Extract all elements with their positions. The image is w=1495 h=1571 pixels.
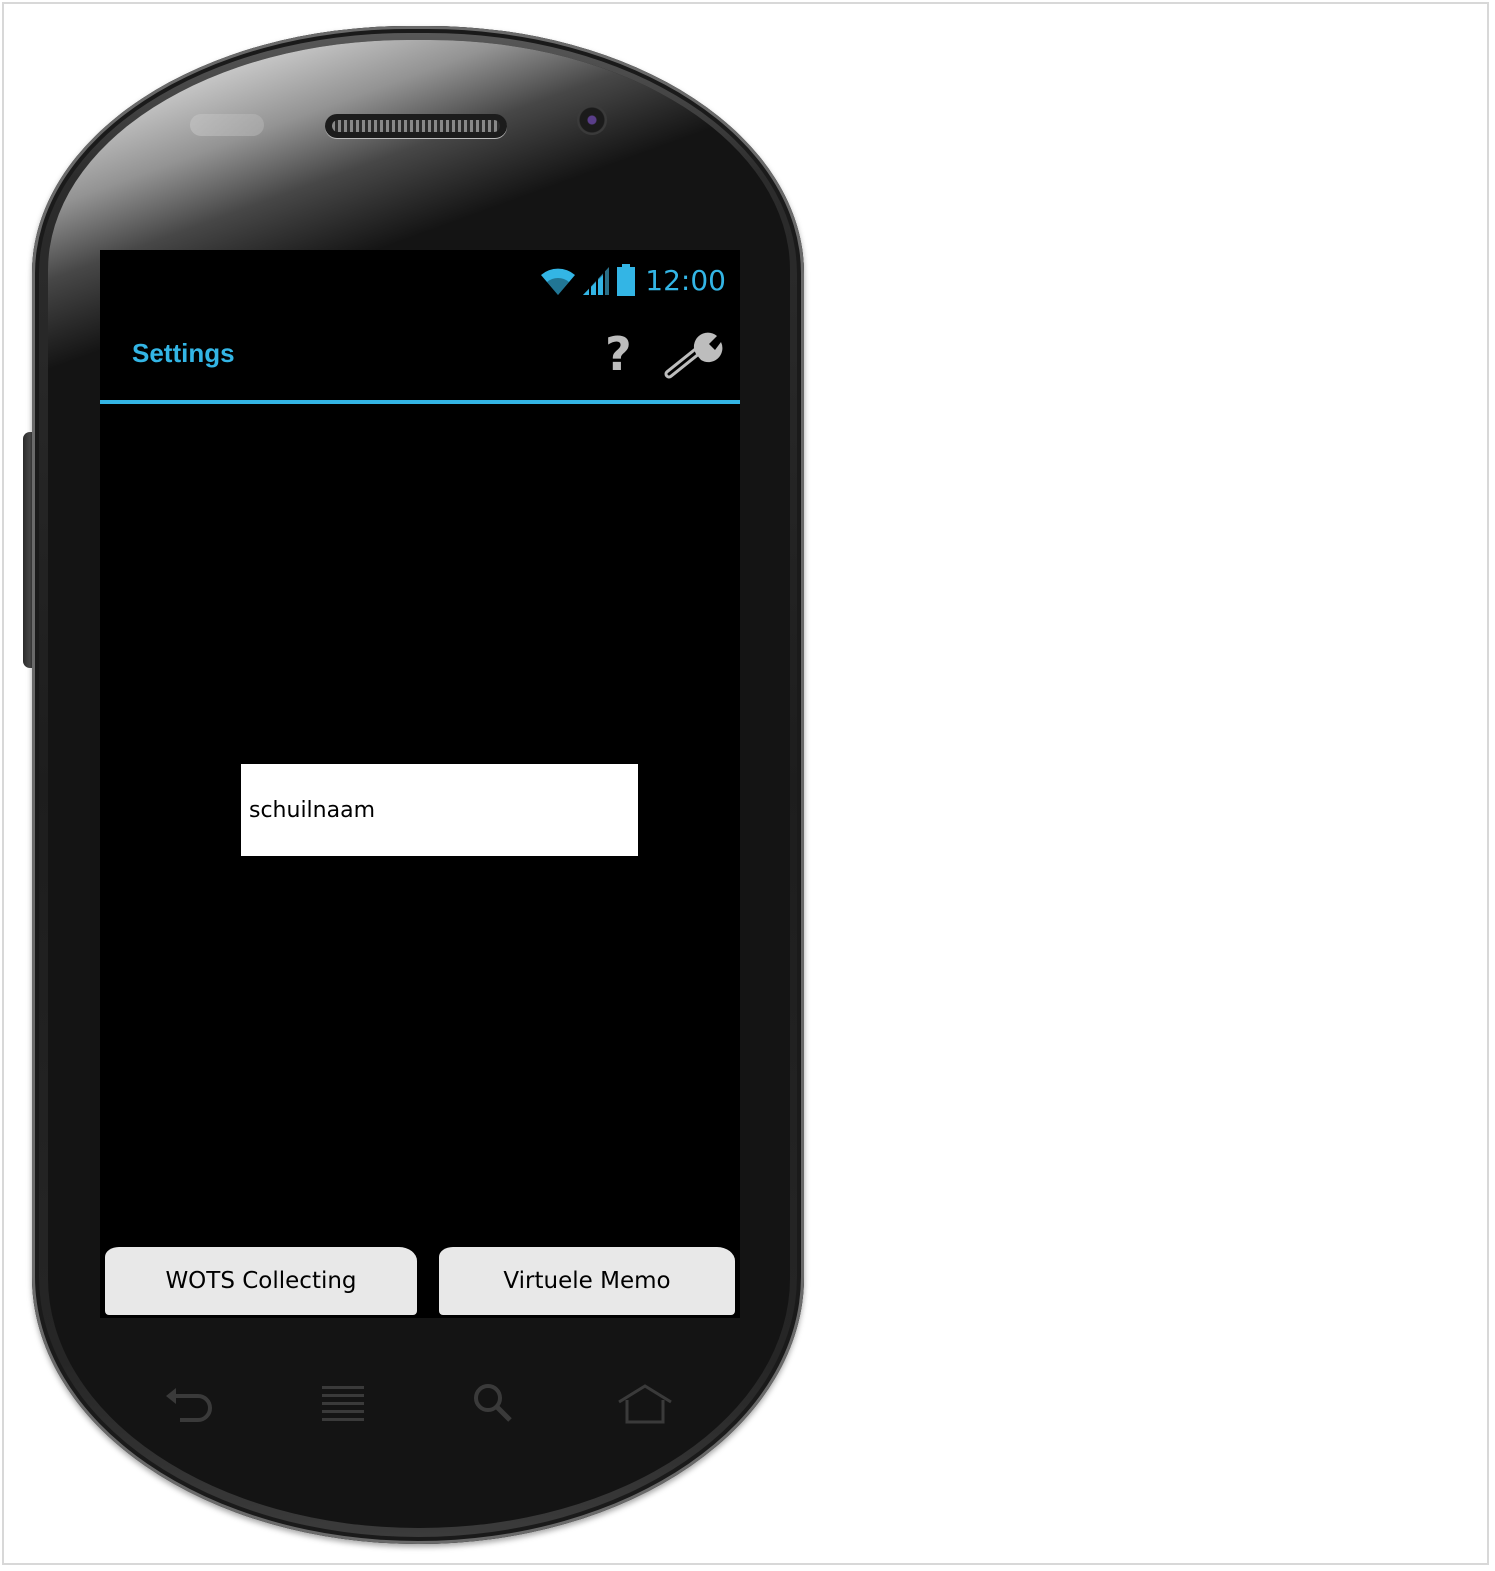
menu-icon[interactable] (320, 1382, 366, 1428)
action-bar: Settings ? (100, 308, 740, 400)
virtuele-memo-label: Virtuele Memo (503, 1268, 671, 1294)
alias-input[interactable]: schuilnaam (241, 764, 638, 856)
alias-input-value: schuilnaam (249, 797, 376, 823)
phone-screen: 12:00 Settings ? schuilnaam WOTS Collect… (100, 250, 740, 1318)
status-bar: 12:00 (100, 250, 740, 309)
wots-collecting-label: WOTS Collecting (165, 1268, 357, 1294)
status-time: 12:00 (645, 263, 726, 297)
virtuele-memo-button[interactable]: Virtuele Memo (439, 1247, 735, 1315)
proximity-sensor (190, 114, 264, 136)
front-camera-icon (577, 105, 607, 135)
page-title: Settings (132, 338, 235, 368)
wots-collecting-button[interactable]: WOTS Collecting (105, 1247, 417, 1315)
search-icon[interactable] (470, 1382, 514, 1426)
earpiece-speaker (325, 114, 507, 138)
hardware-nav-keys (100, 1370, 740, 1440)
help-icon[interactable]: ? (605, 326, 632, 382)
action-bar-divider (100, 400, 740, 404)
back-icon[interactable] (162, 1382, 214, 1426)
wifi-icon (541, 268, 576, 295)
home-icon[interactable] (615, 1382, 675, 1426)
signal-icon (583, 267, 610, 297)
battery-icon (617, 264, 636, 296)
settings-wrench-icon[interactable] (663, 330, 725, 382)
